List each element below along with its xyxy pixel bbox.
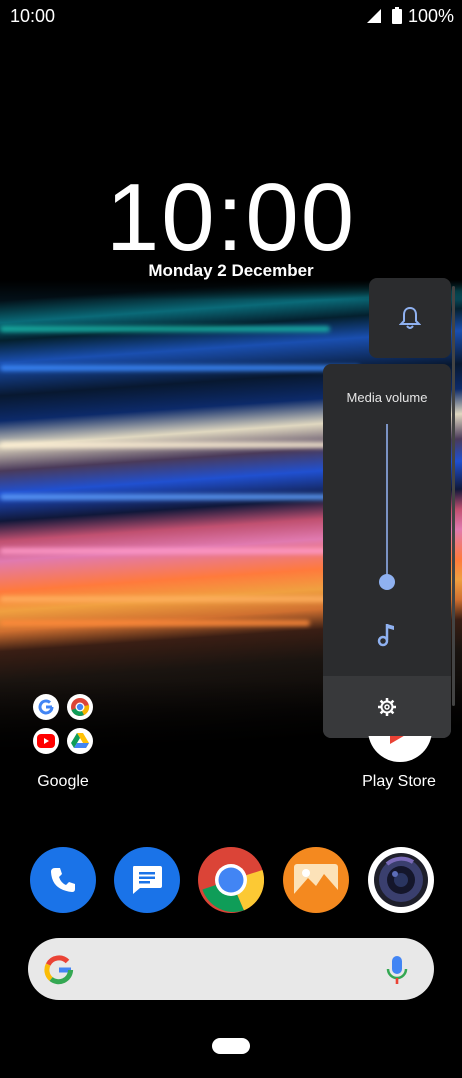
volume-panel: Media volume	[323, 364, 451, 738]
messages-icon	[133, 866, 162, 894]
light-streak	[0, 494, 350, 500]
bell-icon	[399, 306, 421, 329]
gallery-icon	[294, 864, 338, 896]
light-streak	[0, 596, 340, 602]
ringer-mode-button[interactable]	[369, 278, 451, 358]
light-streak	[0, 442, 340, 448]
google-app-icon	[33, 694, 59, 720]
light-streak	[0, 326, 330, 332]
battery-percentage: 100%	[408, 6, 455, 26]
chrome-icon	[198, 847, 264, 913]
battery-icon	[392, 7, 402, 24]
google-g-icon	[44, 955, 74, 985]
gallery-app-icon[interactable]	[283, 847, 349, 913]
youtube-app-icon	[33, 728, 59, 754]
gear-icon	[378, 698, 396, 716]
google-folder-label: Google	[37, 773, 89, 790]
signal-icon	[367, 9, 381, 23]
light-streak	[0, 548, 330, 554]
camera-icon	[374, 853, 428, 907]
mic-icon[interactable]	[386, 955, 408, 985]
lock-clock: 10:00	[105, 164, 357, 271]
volume-title: Media volume	[346, 390, 428, 405]
google-folder[interactable]	[30, 691, 96, 757]
light-streak	[0, 620, 310, 626]
play-store-app-icon[interactable]	[368, 736, 432, 762]
home-button[interactable]	[212, 1038, 250, 1054]
status-bar: 10:00 100%	[0, 0, 462, 32]
edge-indicator	[452, 286, 455, 706]
music-note-icon	[377, 624, 394, 647]
volume-slider-thumb[interactable]	[379, 574, 395, 590]
phone-icon	[51, 868, 75, 892]
play-store-label: Play Store	[362, 773, 436, 790]
drive-app-icon	[67, 728, 93, 754]
chrome-dock-icon[interactable]	[198, 847, 264, 913]
light-streak	[0, 365, 360, 371]
google-search-bar[interactable]	[28, 938, 434, 1000]
volume-settings-button[interactable]	[323, 676, 451, 738]
camera-app-icon[interactable]	[368, 847, 434, 913]
phone-app-icon[interactable]	[30, 847, 96, 913]
status-time: 10:00	[10, 6, 56, 26]
messages-app-icon[interactable]	[114, 847, 180, 913]
chrome-app-icon	[67, 694, 93, 720]
volume-slider-track[interactable]	[386, 424, 388, 582]
